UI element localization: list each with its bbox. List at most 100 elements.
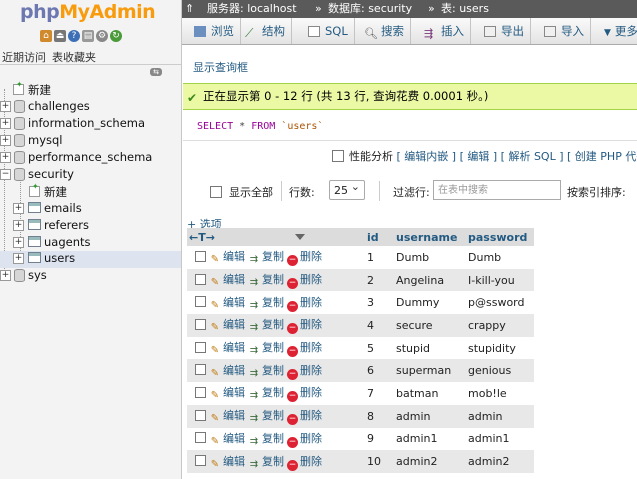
- cell-id[interactable]: 3: [362, 291, 391, 315]
- tree-db-information-schema[interactable]: + information_schema: [0, 116, 181, 132]
- cell-username[interactable]: Dummy: [391, 291, 463, 315]
- arrow-up-icon[interactable]: ⇑: [185, 0, 194, 18]
- cell-id[interactable]: 2: [362, 268, 391, 292]
- cell-username[interactable]: admin2: [391, 450, 463, 473]
- delete-row-link[interactable]: − 删除: [287, 339, 322, 358]
- row-checkbox[interactable]: [195, 409, 206, 421]
- delete-row-link[interactable]: − 删除: [287, 362, 322, 380]
- edit-row-link[interactable]: ✎ 编辑: [209, 294, 245, 311]
- sort-dropdown-icon[interactable]: [294, 233, 305, 240]
- rows-per-page-select[interactable]: 25: [329, 177, 365, 200]
- cell-id[interactable]: 8: [362, 404, 391, 428]
- cell-id[interactable]: 1: [362, 246, 391, 269]
- show-query-box-link[interactable]: 显示查询框: [193, 59, 248, 75]
- settings-icon[interactable]: ⚙: [96, 30, 108, 42]
- expand-icon[interactable]: +: [0, 101, 11, 112]
- profiling-checkbox[interactable]: [332, 150, 344, 162]
- column-header-password[interactable]: password: [463, 228, 534, 246]
- cell-password[interactable]: mob!le: [463, 382, 534, 405]
- tab-search[interactable]: 🔍︎ 搜索: [358, 18, 411, 44]
- edit-inline-link[interactable]: [ 编辑内嵌 ]: [397, 150, 457, 163]
- copy-row-link[interactable]: ⇉ 复制: [248, 430, 284, 447]
- cell-password[interactable]: admin: [463, 404, 534, 428]
- row-checkbox[interactable]: [195, 364, 206, 376]
- cell-username[interactable]: admin1: [391, 427, 463, 451]
- row-checkbox[interactable]: [195, 341, 206, 353]
- edit-row-link[interactable]: ✎ 编辑: [209, 248, 245, 265]
- reload-icon[interactable]: ↻: [110, 30, 122, 42]
- delete-row-link[interactable]: − 删除: [287, 316, 322, 335]
- filter-rows-input[interactable]: 在表中搜索: [433, 180, 561, 200]
- tree-db-sys[interactable]: + sys: [0, 268, 181, 284]
- row-checkbox[interactable]: [195, 250, 206, 262]
- expand-icon[interactable]: +: [0, 152, 11, 163]
- tree-db-challenges[interactable]: + challenges: [0, 99, 181, 115]
- cell-username[interactable]: Dumb: [391, 246, 463, 269]
- expand-icon[interactable]: +: [0, 270, 11, 281]
- edit-row-link[interactable]: ✎ 编辑: [209, 453, 245, 470]
- collapse-icon[interactable]: −: [0, 169, 11, 180]
- row-checkbox[interactable]: [195, 296, 206, 308]
- logout-icon[interactable]: ⏏: [54, 30, 66, 42]
- column-nav-arrows[interactable]: ←T→: [187, 228, 362, 246]
- edit-row-link[interactable]: ✎ 编辑: [209, 430, 245, 447]
- copy-row-link[interactable]: ⇉ 复制: [248, 294, 284, 311]
- copy-row-link[interactable]: ⇉ 复制: [248, 316, 284, 333]
- expand-icon[interactable]: +: [13, 237, 24, 248]
- breadcrumb-table[interactable]: 表: users: [441, 0, 489, 18]
- tree-table-new[interactable]: 新建: [0, 182, 181, 200]
- row-checkbox[interactable]: [195, 432, 206, 444]
- tree-table-uagents[interactable]: + uagents: [0, 235, 181, 251]
- cell-password[interactable]: crappy: [463, 314, 534, 337]
- tree-db-mysql[interactable]: + mysql: [0, 133, 181, 149]
- expand-icon[interactable]: +: [13, 220, 24, 231]
- expand-icon[interactable]: +: [0, 135, 11, 146]
- cell-password[interactable]: admin2: [463, 450, 534, 473]
- cell-password[interactable]: genious: [463, 359, 534, 383]
- tab-structure[interactable]: ⟋ 结构: [239, 18, 292, 44]
- home-icon[interactable]: ⌂: [40, 30, 52, 42]
- cell-password[interactable]: I-kill-you: [463, 268, 534, 292]
- cell-password[interactable]: stupidity: [463, 336, 534, 360]
- delete-row-link[interactable]: − 删除: [287, 294, 322, 312]
- cell-id[interactable]: 4: [362, 314, 391, 337]
- tree-table-emails[interactable]: + emails: [0, 201, 181, 217]
- delete-row-link[interactable]: − 删除: [287, 430, 322, 448]
- cell-username[interactable]: admin: [391, 404, 463, 428]
- sql-query-display[interactable]: SELECT * FROM `users`: [183, 114, 637, 141]
- cell-id[interactable]: 7: [362, 382, 391, 405]
- tree-db-performance-schema[interactable]: + performance_schema: [0, 150, 181, 166]
- edit-link[interactable]: [ 编辑 ]: [460, 150, 498, 163]
- cell-id[interactable]: 9: [362, 427, 391, 451]
- breadcrumb-database[interactable]: 数据库: security: [328, 0, 412, 18]
- tree-db-security[interactable]: − security: [0, 167, 181, 183]
- cell-password[interactable]: Dumb: [463, 246, 534, 269]
- docs-icon[interactable]: ▤: [82, 30, 94, 42]
- show-all-checkbox[interactable]: [210, 186, 222, 198]
- copy-row-link[interactable]: ⇉ 复制: [248, 407, 284, 424]
- cell-username[interactable]: superman: [391, 359, 463, 383]
- edit-row-link[interactable]: ✎ 编辑: [209, 339, 245, 356]
- tab-more[interactable]: ▼ 更多: [598, 18, 637, 44]
- create-php-code-link[interactable]: [ 创建 PHP 代码 ]: [567, 150, 637, 163]
- cell-username[interactable]: secure: [391, 314, 463, 337]
- column-header-id[interactable]: id: [362, 228, 391, 246]
- column-header-username[interactable]: username: [391, 228, 463, 246]
- cell-password[interactable]: admin1: [463, 427, 534, 451]
- tree-table-users[interactable]: + users: [0, 251, 181, 268]
- tab-browse[interactable]: 浏览: [182, 18, 241, 44]
- edit-row-link[interactable]: ✎ 编辑: [209, 316, 245, 333]
- breadcrumb-server[interactable]: 服务器: localhost: [207, 0, 297, 18]
- row-checkbox[interactable]: [195, 386, 206, 398]
- edit-row-link[interactable]: ✎ 编辑: [209, 271, 245, 288]
- edit-row-link[interactable]: ✎ 编辑: [209, 362, 245, 379]
- delete-row-link[interactable]: − 删除: [287, 248, 322, 267]
- row-checkbox[interactable]: [195, 273, 206, 285]
- cell-id[interactable]: 5: [362, 336, 391, 360]
- collapse-all-icon[interactable]: ⇆: [150, 68, 162, 76]
- cell-username[interactable]: batman: [391, 382, 463, 405]
- copy-row-link[interactable]: ⇉ 复制: [248, 384, 284, 401]
- delete-row-link[interactable]: − 删除: [287, 453, 322, 471]
- cell-username[interactable]: stupid: [391, 336, 463, 360]
- copy-row-link[interactable]: ⇉ 复制: [248, 248, 284, 265]
